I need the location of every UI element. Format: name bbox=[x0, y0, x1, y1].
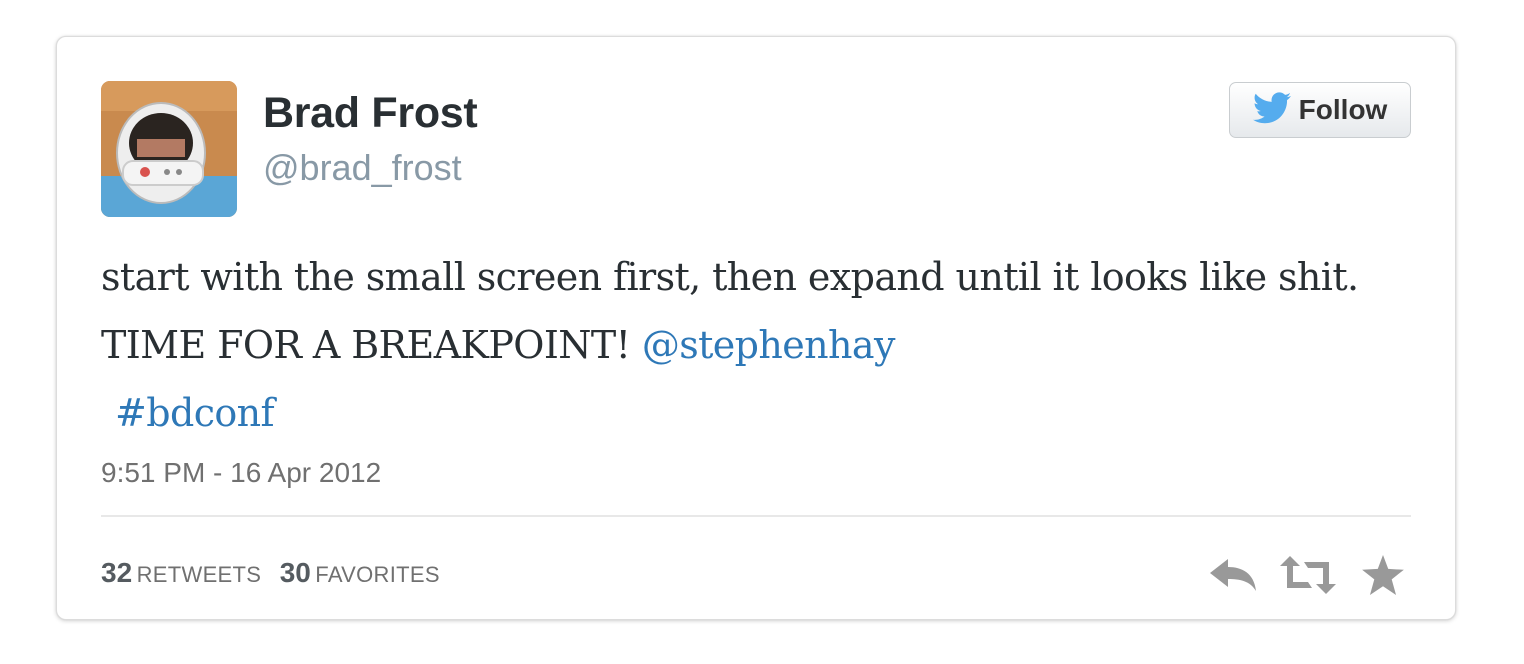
avatar[interactable] bbox=[101, 81, 237, 217]
tweet-actions bbox=[1203, 549, 1413, 601]
follow-button-label: Follow bbox=[1298, 94, 1388, 125]
follow-button[interactable]: Follow bbox=[1229, 82, 1411, 138]
tweet-timestamp[interactable]: 9:51 PM - 16 Apr 2012 bbox=[101, 457, 381, 489]
author-name[interactable]: Brad Frost bbox=[263, 89, 478, 138]
favorites-label: FAVORITES bbox=[315, 562, 440, 587]
tweet-card: Brad Frost @brad_frost Follow start with… bbox=[56, 36, 1456, 620]
mention-link[interactable]: @stephenhay bbox=[642, 323, 896, 367]
retweet-icon[interactable] bbox=[1278, 549, 1338, 601]
twitter-bird-icon bbox=[1252, 91, 1291, 129]
tweet-text: start with the small screen first, then … bbox=[101, 243, 1411, 447]
favorites-count: 30 bbox=[279, 557, 311, 588]
hashtag-link[interactable]: #bdconf bbox=[115, 391, 275, 435]
reply-icon[interactable] bbox=[1203, 549, 1263, 601]
favorite-star-icon[interactable] bbox=[1353, 549, 1413, 601]
favorites-stat[interactable]: 30 FAVORITES bbox=[280, 557, 440, 588]
author-handle[interactable]: @brad_frost bbox=[263, 147, 462, 189]
retweets-stat[interactable]: 32 RETWEETS bbox=[101, 557, 261, 588]
retweets-label: RETWEETS bbox=[136, 562, 262, 587]
avatar-image bbox=[101, 81, 237, 217]
tweet-stats: 32 RETWEETS 30 FAVORITES bbox=[101, 557, 454, 589]
divider bbox=[101, 515, 1411, 517]
retweets-count: 32 bbox=[101, 557, 133, 588]
